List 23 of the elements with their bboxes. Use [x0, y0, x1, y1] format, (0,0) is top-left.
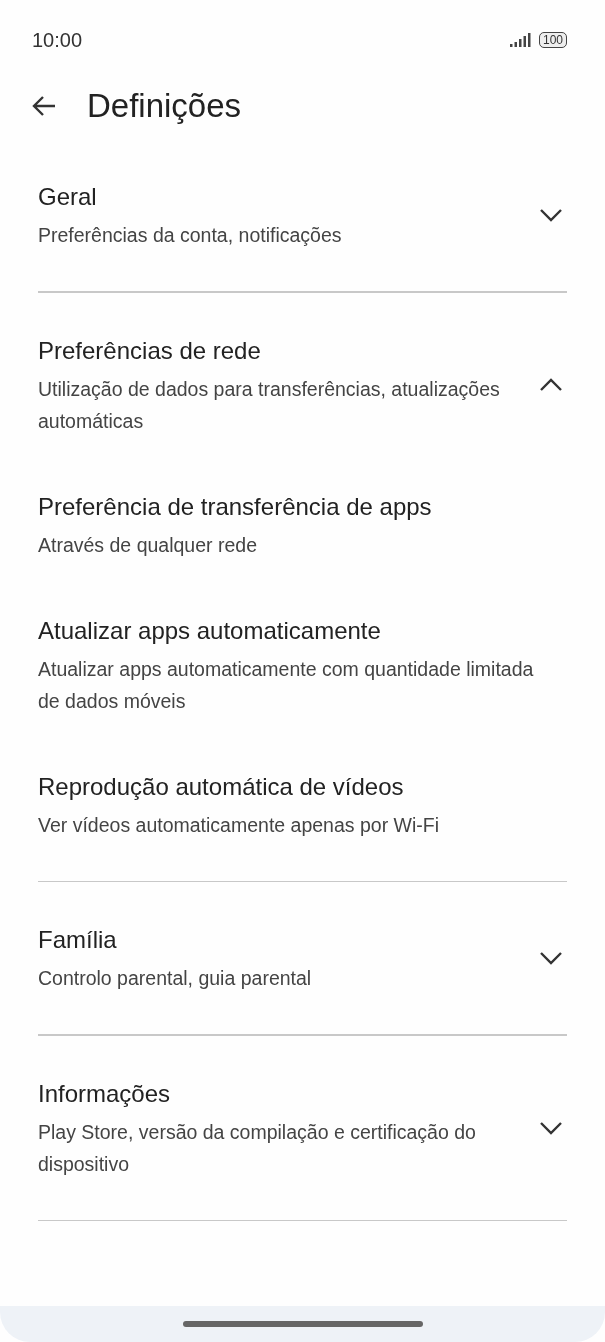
- section-title[interactable]: Geral: [38, 179, 342, 215]
- setting-subtitle: Ver vídeos automaticamente apenas por Wi-Fi: [38, 812, 441, 838]
- chevron-down-icon[interactable]: [539, 951, 563, 965]
- setting-title[interactable]: Atualizar apps automaticamente: [38, 612, 567, 649]
- section-title[interactable]: Preferências de rede: [38, 332, 527, 369]
- status-time: 10:00: [32, 28, 83, 52]
- page-title: Definições: [87, 87, 242, 125]
- section-subtitle: Utilização de dados para transferências, atualizações automáticas: [38, 376, 501, 434]
- chevron-down-icon[interactable]: [539, 208, 563, 222]
- battery-indicator: 100: [538, 32, 567, 48]
- chevron-up-icon[interactable]: [539, 377, 563, 392]
- section-subtitle: Preferências da conta, notificações: [38, 223, 342, 248]
- setting-title[interactable]: Reprodução automática de vídeos: [38, 768, 567, 805]
- section-subtitle: Play Store, versão da compilação e certificação do dispositivo: [38, 1119, 477, 1177]
- back-icon[interactable]: [31, 94, 57, 118]
- chevron-down-icon[interactable]: [539, 1120, 563, 1135]
- section-subtitle: Controlo parental, guia parental: [38, 966, 312, 991]
- section-title[interactable]: Família: [38, 922, 312, 958]
- setting-title[interactable]: Preferência de transferência de apps: [38, 488, 567, 525]
- signal-icon: [509, 33, 532, 47]
- setting-subtitle: Atualizar apps automaticamente com quantidade limitada de dados móveis: [38, 656, 535, 714]
- setting-subtitle: Através de qualquer rede: [38, 532, 258, 558]
- section-title[interactable]: Informações: [38, 1075, 527, 1112]
